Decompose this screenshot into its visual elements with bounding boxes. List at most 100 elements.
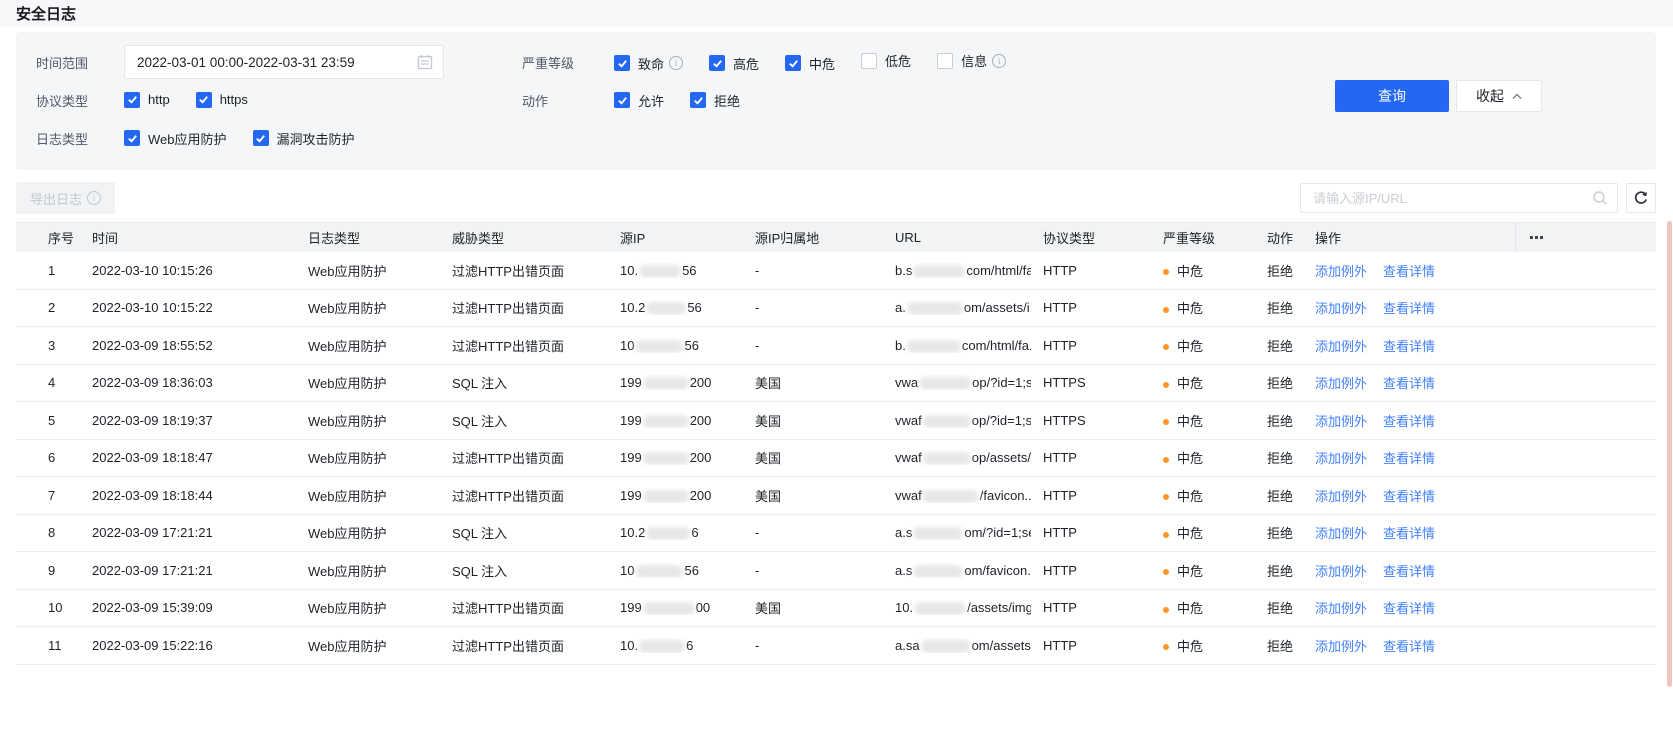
add-exception-link[interactable]: 添加例外 [1315,376,1367,391]
add-exception-link[interactable]: 添加例外 [1315,639,1367,654]
view-details-link[interactable]: 查看详情 [1383,639,1435,654]
checkbox-item-致命[interactable]: 致命 i [614,54,684,73]
search-icon[interactable] [1592,190,1608,206]
cell-seq: 1 [48,262,56,278]
redacted-text [922,414,971,428]
table-row: 1 2022-03-10 10:15:26 Web应用防护 过滤HTTP出错页面 10.… [16,252,1656,290]
action-options: 允许 拒绝 [614,91,766,110]
calendar-icon [417,55,433,70]
severity-dot-icon [1163,569,1169,576]
info-icon: i [992,53,1007,68]
add-exception-link[interactable]: 添加例外 [1315,489,1367,504]
date-range-input[interactable]: 2022-03-01 00:00-2022-03-31 23:59 [124,45,444,79]
add-exception-link[interactable]: 添加例外 [1315,264,1367,279]
add-exception-link[interactable]: 添加例外 [1315,414,1367,429]
checkbox-item-拒绝[interactable]: 拒绝 [690,91,740,110]
cell-action: 拒绝 [1267,338,1294,354]
add-exception-link[interactable]: 添加例外 [1315,301,1367,316]
checkbox-label: 漏洞攻击防护 [276,131,355,147]
severity-dot-icon [1163,381,1169,388]
cell-seq: 5 [48,412,56,428]
checkbox-checked-icon[interactable] [614,92,630,108]
checkbox-label: http [148,92,170,108]
severity-text: 中危 [1177,376,1204,392]
cell-seq: 2 [48,300,56,316]
table-row: 7 2022-03-09 18:18:44 Web应用防护 过滤HTTP出错页面 199… [16,477,1656,515]
search-input[interactable] [1300,183,1618,213]
redacted-text [642,414,689,428]
checkbox-item-https[interactable]: https [195,91,248,108]
cell-severity: 中危 [1151,636,1255,655]
column-settings-button[interactable] [1515,223,1656,252]
cell-source-ip: 199 200 [620,487,712,503]
severity-text: 中危 [1177,338,1204,354]
view-details-link[interactable]: 查看详情 [1383,601,1435,616]
collapse-button[interactable]: 收起 [1456,80,1542,112]
view-details-link[interactable]: 查看详情 [1383,564,1435,579]
view-details-link[interactable]: 查看详情 [1383,526,1435,541]
checkbox-item-低危[interactable]: 低危 [861,51,911,70]
add-exception-link[interactable]: 添加例外 [1315,526,1367,541]
view-details-link[interactable]: 查看详情 [1383,451,1435,466]
cell-action: 拒绝 [1267,601,1294,617]
add-exception-link[interactable]: 添加例外 [1315,339,1367,354]
checkbox-unchecked-icon[interactable] [861,52,878,69]
redacted-text [635,339,684,353]
cell-threat-type: 过滤HTTP出错页面 [452,301,564,317]
cell-ip-location: - [755,300,760,316]
add-exception-link[interactable]: 添加例外 [1315,451,1367,466]
redacted-text [642,452,689,466]
column-header-10: 动作 [1267,231,1294,246]
checkbox-item-http[interactable]: http [124,91,170,108]
checkbox-checked-icon[interactable] [195,91,212,108]
checkbox-item-高危[interactable]: 高危 [709,54,759,73]
checkbox-checked-icon[interactable] [252,130,269,146]
add-exception-link[interactable]: 添加例外 [1315,564,1367,579]
checkbox-item-信息[interactable]: 信息 i [937,51,1007,70]
checkbox-checked-icon[interactable] [785,55,802,72]
checkbox-checked-icon[interactable] [614,55,630,72]
export-logs-button[interactable]: 导出日志 i [16,182,116,214]
cell-threat-type: 过滤HTTP出错页面 [452,451,564,467]
table-row: 9 2022-03-09 17:21:21 Web应用防护 SQL 注入 10 56 - a.… [16,552,1656,590]
collapse-button-label: 收起 [1476,88,1504,104]
checkbox-checked-icon[interactable] [124,91,140,108]
severity-dot-icon [1163,494,1169,501]
checkbox-item-漏洞攻击防护[interactable]: 漏洞攻击防护 [252,129,355,148]
vertical-scrollbar[interactable] [1667,221,1672,687]
checkbox-checked-icon[interactable] [690,92,707,108]
redacted-text [906,339,961,353]
cell-ip-location: 美国 [755,488,782,504]
query-button[interactable]: 查询 [1335,80,1449,112]
table-row: 4 2022-03-09 18:36:03 Web应用防护 SQL 注入 199 200 美… [16,364,1656,402]
view-details-link[interactable]: 查看详情 [1383,264,1435,279]
cell-operations: 添加例外 查看详情 [1303,486,1515,505]
checkbox-checked-icon[interactable] [709,55,726,72]
filter-severity: 严重等级 致命 i 高危 中危 低危 信息 i [522,51,1032,73]
view-details-link[interactable]: 查看详情 [1383,376,1435,391]
table-row: 11 2022-03-09 15:22:16 Web应用防护 过滤HTTP出错页面 10… [16,627,1656,665]
view-details-link[interactable]: 查看详情 [1383,489,1435,504]
cell-action: 拒绝 [1267,263,1294,279]
page-title-bar: 安全日志 [0,0,1673,27]
checkbox-item-允许[interactable]: 允许 [614,91,664,110]
checkbox-item-中危[interactable]: 中危 [785,54,835,73]
add-exception-link[interactable]: 添加例外 [1315,601,1367,616]
checkbox-item-Web应用防护[interactable]: Web应用防护 [124,129,227,148]
refresh-button[interactable] [1626,183,1656,213]
checkbox-unchecked-icon[interactable] [937,52,954,69]
column-header-2: 时间 [92,231,119,246]
checkbox-checked-icon[interactable] [124,130,140,146]
time-range-label: 时间范围 [36,55,89,71]
cell-log-type: Web应用防护 [308,638,387,654]
column-header-4: 威胁类型 [452,231,505,246]
cell-ip-location: - [755,262,760,278]
cell-log-type: Web应用防护 [308,338,387,354]
cell-severity: 中危 [1151,598,1255,617]
view-details-link[interactable]: 查看详情 [1383,301,1435,316]
cell-protocol: HTTP [1043,262,1077,278]
view-details-link[interactable]: 查看详情 [1383,414,1435,429]
view-details-link[interactable]: 查看详情 [1383,339,1435,354]
checkbox-label: 拒绝 [714,93,741,109]
checkbox-label: Web应用防护 [148,131,227,147]
